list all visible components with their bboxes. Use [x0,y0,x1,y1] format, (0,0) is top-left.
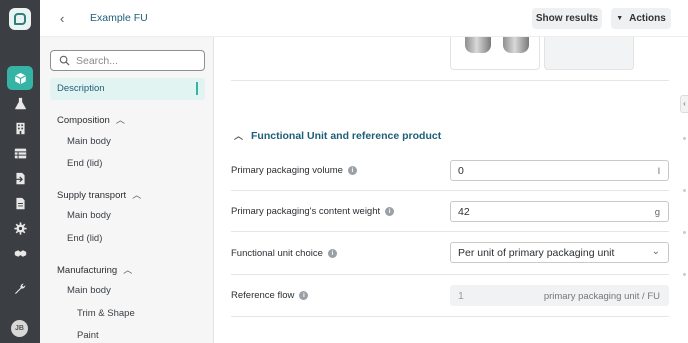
actions-button[interactable]: ▼ Actions [611,8,671,29]
table-icon[interactable] [7,141,33,165]
section-navigation: Description Composition ︿ Main body End (… [40,37,214,343]
scroll-marker [683,273,686,276]
can-image [465,37,491,53]
nav-group-manufacturing[interactable]: Manufacturing ︿ [57,263,132,276]
nav-item-transport-end-lid[interactable]: End (lid) [67,233,102,244]
show-results-button[interactable]: Show results [532,8,602,29]
top-bar: ‹ Example FU Show results ▼ Actions [40,0,688,37]
divider [231,190,669,191]
back-chevron-icon[interactable]: ‹ [60,11,64,26]
search-box[interactable] [50,50,205,71]
field-label-packaging-volume: Primary packaging volume i [231,165,357,176]
info-icon[interactable]: i [385,207,395,216]
collapse-panel-tab[interactable]: ‹ [680,95,688,113]
select-value: Per unit of primary packaging unit [458,247,615,259]
caret-down-icon: ▼ [616,15,624,22]
nav-item-paint[interactable]: Paint [77,330,99,341]
can-image [503,37,529,53]
scroll-marker [683,231,686,234]
file-icon[interactable] [7,191,33,215]
image-placeholder[interactable] [544,37,634,70]
search-input[interactable] [76,53,196,68]
scroll-marker [683,189,686,192]
nav-group-composition[interactable]: Composition ︿ [57,113,125,126]
field-unit: l [657,166,660,177]
nav-group-label: Supply transport [57,190,127,201]
app-window: JB ‹ Example FU Show results ▼ Actions D… [0,0,688,343]
flask-icon[interactable] [7,91,33,115]
divider [231,316,669,317]
field-value: 1 [458,290,464,302]
gear-icon[interactable] [7,216,33,240]
show-results-label: Show results [535,13,599,24]
nav-group-supply-transport[interactable]: Supply transport ︿ [57,188,141,201]
nav-item-transport-main-body[interactable]: Main body [67,210,111,221]
wrench-icon[interactable] [7,276,33,300]
handshake-icon[interactable] [7,241,33,265]
field-value: 42 [458,206,470,218]
nav-item-description[interactable]: Description [50,78,205,100]
divider [231,231,669,232]
section-title: Functional Unit and reference product [251,130,442,142]
active-indicator [196,82,198,95]
divider [231,274,669,275]
left-rail: JB [0,0,40,343]
nav-group-label: Composition [57,115,110,126]
packaging-volume-input[interactable]: 0 l [450,160,669,181]
nav-item-composition-main-body[interactable]: Main body [67,136,111,147]
nav-item-trim-shape[interactable]: Trim & Shape [77,308,135,319]
nav-item-label: Description [57,83,105,94]
app-logo[interactable] [9,8,31,30]
box-icon[interactable] [7,66,33,90]
chevron-up-icon: ︿ [115,115,125,125]
product-image[interactable] [450,37,540,70]
search-icon [59,55,70,66]
avatar[interactable]: JB [11,320,28,337]
chevron-up-icon: ︿ [123,265,133,275]
reference-flow-readonly: 1 primary packaging unit / FU [450,285,669,306]
info-icon[interactable]: i [299,291,309,300]
scroll-marker [683,137,686,140]
field-unit: primary packaging unit / FU [543,291,660,302]
chevron-up-icon: ︿ [234,131,244,141]
content-weight-input[interactable]: 42 g [450,201,669,222]
functional-unit-select[interactable]: Per unit of primary packaging unit ⌄ [450,242,669,263]
field-label-reference-flow: Reference flow i [231,290,309,301]
chevron-down-icon: ⌄ [651,246,660,257]
field-value: 0 [458,165,464,177]
building-icon[interactable] [7,116,33,140]
file-export-icon[interactable] [7,166,33,190]
info-icon[interactable]: i [347,166,357,175]
divider [231,80,669,81]
info-icon[interactable]: i [327,249,337,258]
page-title: Example FU [90,12,148,24]
field-label-content-weight: Primary packaging's content weight i [231,206,395,217]
actions-label: Actions [629,13,666,24]
nav-item-composition-end-lid[interactable]: End (lid) [67,158,102,169]
nav-group-label: Manufacturing [57,265,118,276]
field-label-functional-unit-choice: Functional unit choice i [231,248,337,259]
main-content: ︿ Functional Unit and reference product P… [214,37,688,343]
nav-item-manufacturing-main-body[interactable]: Main body [67,285,111,296]
chevron-up-icon: ︿ [132,190,142,200]
section-header-functional-unit[interactable]: ︿ Functional Unit and reference product [234,129,441,142]
field-unit: g [654,207,660,218]
